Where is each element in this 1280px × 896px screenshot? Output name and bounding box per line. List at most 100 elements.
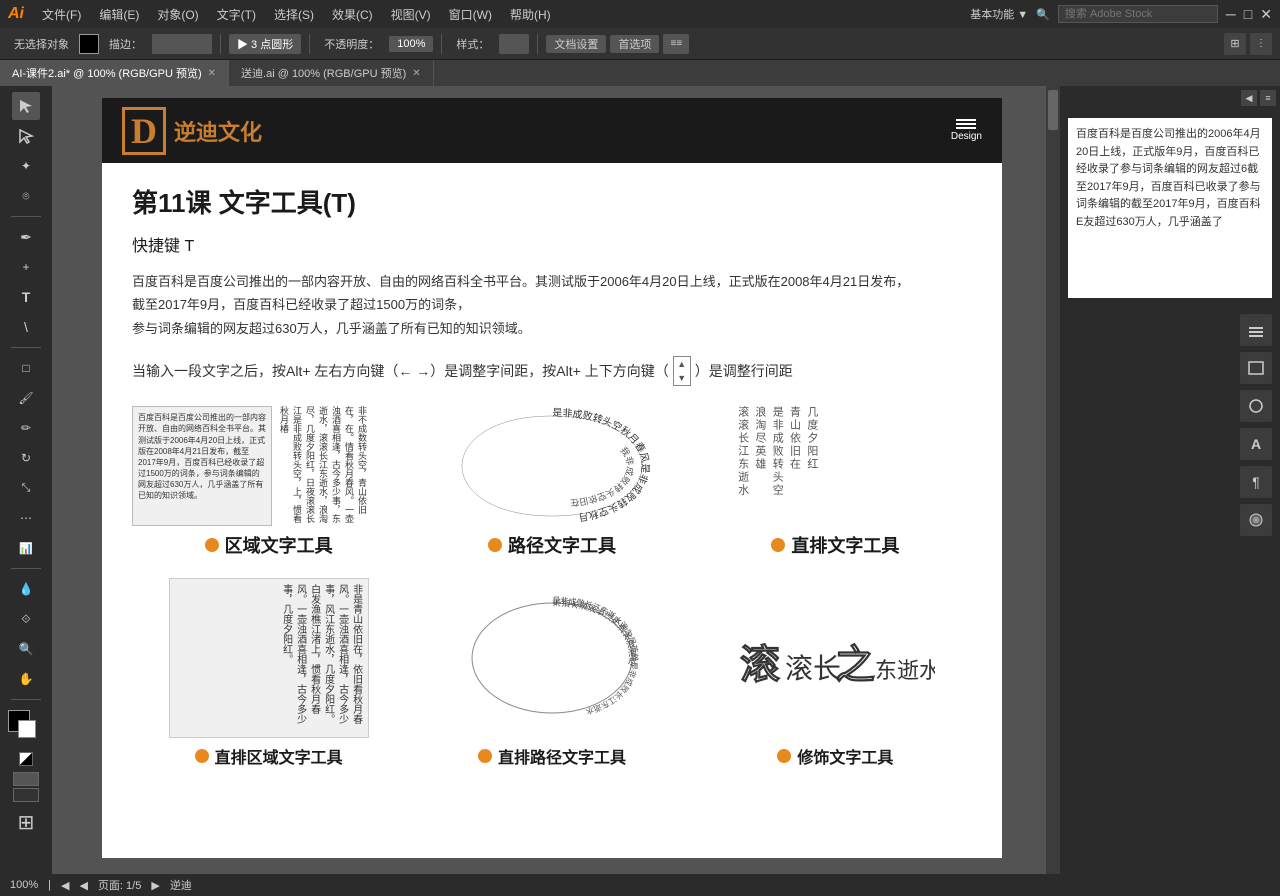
- eyedropper-tool[interactable]: 💧: [12, 575, 40, 603]
- maximize-icon[interactable]: □: [1244, 6, 1252, 22]
- document-canvas: D 逆迪文化 Design 第11课 文字工具(T) 快捷键 T 百度百科是百度…: [102, 98, 1002, 858]
- menu-file[interactable]: 文件(F): [34, 4, 89, 25]
- style-selector[interactable]: [499, 34, 529, 54]
- hamburger-line-1: [956, 119, 976, 121]
- warp-tool[interactable]: ⋯: [12, 504, 40, 532]
- minimize-icon[interactable]: ─: [1226, 6, 1236, 22]
- right-circle-icon[interactable]: [1240, 390, 1272, 422]
- page-num: ◀: [79, 879, 87, 892]
- preferences-button[interactable]: 首选项: [610, 35, 659, 53]
- menu-window[interactable]: 窗口(W): [441, 4, 500, 25]
- artboard-tool[interactable]: ⊞: [18, 810, 35, 835]
- paint-brush-tool[interactable]: 🖌: [12, 384, 40, 412]
- type-a-icon: A: [1251, 436, 1261, 452]
- right-type-icon[interactable]: A: [1240, 428, 1272, 460]
- vertical-text-tool-label: 直排文字工具: [791, 532, 899, 558]
- hand-tool[interactable]: ✋: [12, 665, 40, 693]
- stroke-swatch[interactable]: [79, 34, 99, 54]
- magic-wand-tool[interactable]: ✦: [12, 152, 40, 180]
- color-mode-btns: [19, 752, 33, 766]
- zoom-tool[interactable]: 🔍: [12, 635, 40, 663]
- text-tool[interactable]: T: [12, 283, 40, 311]
- add-anchor-tool[interactable]: +: [12, 253, 40, 281]
- rotate-tool[interactable]: ↻: [12, 444, 40, 472]
- blend-tool[interactable]: ⟐: [12, 605, 40, 633]
- line-tool[interactable]: \: [12, 313, 40, 341]
- menu-right: 基本功能 ▼ 🔍 ─ □ ✕: [970, 5, 1272, 23]
- background-swatch[interactable]: [18, 720, 36, 738]
- opacity-input[interactable]: 100%: [389, 36, 433, 52]
- direct-selection-tool[interactable]: [12, 122, 40, 150]
- zoom-level[interactable]: 100%: [10, 879, 38, 891]
- shortcut-line: 快捷键 T: [132, 232, 972, 256]
- tab-close-1[interactable]: ✕: [208, 68, 216, 79]
- grid-icon[interactable]: ⋮: [1250, 33, 1272, 55]
- menu-bar: Ai 文件(F) 编辑(E) 对象(O) 文字(T) 选择(S) 效果(C) 视…: [0, 0, 1280, 28]
- nav-next[interactable]: ▶: [151, 879, 159, 892]
- lasso-tool[interactable]: ⌾: [12, 182, 40, 210]
- menu-edit[interactable]: 编辑(E): [91, 4, 147, 25]
- selection-tool[interactable]: [12, 92, 40, 120]
- color-swatches: [8, 710, 44, 746]
- tool-sep-2: [11, 347, 41, 348]
- rect-tool[interactable]: □: [12, 354, 40, 382]
- logo-text: 逆迪文化: [174, 115, 262, 147]
- none-swatch[interactable]: [19, 752, 33, 766]
- menu-help[interactable]: 帮助(H): [502, 4, 559, 25]
- side-text-demo: 非不成数转头空，青山依旧在，在。情看秋月春风。一壶浊酒喜相逢，古今多少事，东逝水…: [278, 406, 369, 526]
- vert-path-text-demo: 东逝水滚滚长江东逝水浪淘尽 是非成败长江东逝水浪淘尽英雄是非成败长江东逝水: [452, 578, 652, 738]
- area-text-demo: 百度百科是百度公司推出的一部内容开放、自由的网络百科全书平台。其测试版于2006…: [132, 406, 272, 526]
- tab-label-2: 送迪.ai @ 100% (RGB/GPU 预览): [241, 65, 406, 81]
- layout-label: 逆迪: [170, 877, 192, 893]
- scale-tool[interactable]: ⤡: [12, 474, 40, 502]
- left-toolbox: ✦ ⌾ ✒ + T \ □ 🖌 ✏ ↻ ⤡ ⋯ 📊 💧 ⟐ 🔍 ✋: [0, 86, 52, 874]
- doc-header: D 逆迪文化 Design: [102, 98, 1002, 163]
- stock-search[interactable]: [1058, 5, 1218, 23]
- arrange-icon[interactable]: ⊞: [1224, 33, 1246, 55]
- panel-expand-icon[interactable]: ≡: [1260, 90, 1276, 106]
- tab-sendi[interactable]: 送迪.ai @ 100% (RGB/GPU 预览) ✕: [229, 60, 434, 86]
- opacity-label: 不透明度：: [318, 34, 385, 54]
- pencil-tool[interactable]: ✏: [12, 414, 40, 442]
- vert-path-label: 直排路径文字工具: [478, 744, 626, 768]
- preview-mode-btn[interactable]: [13, 772, 39, 786]
- tools-demo-row: 百度百科是百度公司推出的一部内容开放、自由的网络百科全书平台。其测试版于2006…: [132, 406, 972, 558]
- page-info: 页面: 1/5: [98, 877, 141, 893]
- hamburger-menu[interactable]: Design: [951, 119, 982, 142]
- close-icon[interactable]: ✕: [1260, 6, 1272, 23]
- scroll-thumb[interactable]: [1048, 90, 1058, 130]
- right-panel-text-preview: 百度百科是百度公司推出的2006年4月20日上线，正式版年9月，百度百科已经收录…: [1068, 118, 1272, 298]
- nav-prev[interactable]: ◀: [61, 879, 69, 892]
- extra-options-button[interactable]: ≡≡: [663, 34, 689, 54]
- menu-view[interactable]: 视图(V): [383, 4, 439, 25]
- menu-select[interactable]: 选择(S): [266, 4, 322, 25]
- outline-mode-btn[interactable]: [13, 788, 39, 802]
- sep2: [309, 34, 310, 54]
- doc-main-content: 第11课 文字工具(T) 快捷键 T 百度百科是百度公司推出的一部内容开放、自由…: [102, 163, 1002, 788]
- svg-text:是非成败转头空秋月春风是非成败转头空秋月: 是非成败转头空秋月春风是非成败转头空秋月: [552, 407, 651, 523]
- column-graph-tool[interactable]: 📊: [12, 534, 40, 562]
- pen-tool[interactable]: ✒: [12, 223, 40, 251]
- right-transform-icon[interactable]: [1240, 314, 1272, 346]
- canvas-area[interactable]: D 逆迪文化 Design 第11课 文字工具(T) 快捷键 T 百度百科是百度…: [52, 86, 1060, 874]
- menu-text[interactable]: 文字(T): [209, 4, 264, 25]
- right-align-icon[interactable]: [1240, 352, 1272, 384]
- right-para-icon[interactable]: ¶: [1240, 466, 1272, 498]
- right-opacity-icon[interactable]: [1240, 504, 1272, 536]
- menu-effect[interactable]: 效果(C): [324, 4, 381, 25]
- tab-close-2[interactable]: ✕: [412, 68, 420, 79]
- panel-collapse-icon[interactable]: ◀: [1241, 90, 1257, 106]
- logo-d-icon: D: [122, 107, 166, 155]
- doc-settings-button[interactable]: 文档设置: [546, 35, 606, 53]
- shortcut-description: 当输入一段文字之后，按Alt+ 左右方向键（← →）是调整字间距，按Alt+ 上…: [132, 356, 972, 386]
- vertical-col-4: 青山依旧在: [787, 406, 801, 526]
- menu-object[interactable]: 对象(O): [149, 4, 206, 25]
- para-icon: ¶: [1252, 474, 1260, 490]
- vert-path-svg: 东逝水滚滚长江东逝水浪淘尽 是非成败长江东逝水浪淘尽英雄是非成败长江东逝水: [452, 578, 652, 738]
- stroke-input[interactable]: [152, 34, 212, 54]
- vertical-scrollbar[interactable]: [1046, 86, 1060, 874]
- vertical-col-5: 几度夕阳红: [805, 406, 819, 526]
- brush-type-selector[interactable]: ▶ 3 点圆形: [229, 34, 301, 54]
- tab-ai-lesson2[interactable]: AI-课件2.ai* @ 100% (RGB/GPU 预览) ✕: [0, 60, 229, 86]
- svg-text:滚: 滚: [740, 642, 780, 687]
